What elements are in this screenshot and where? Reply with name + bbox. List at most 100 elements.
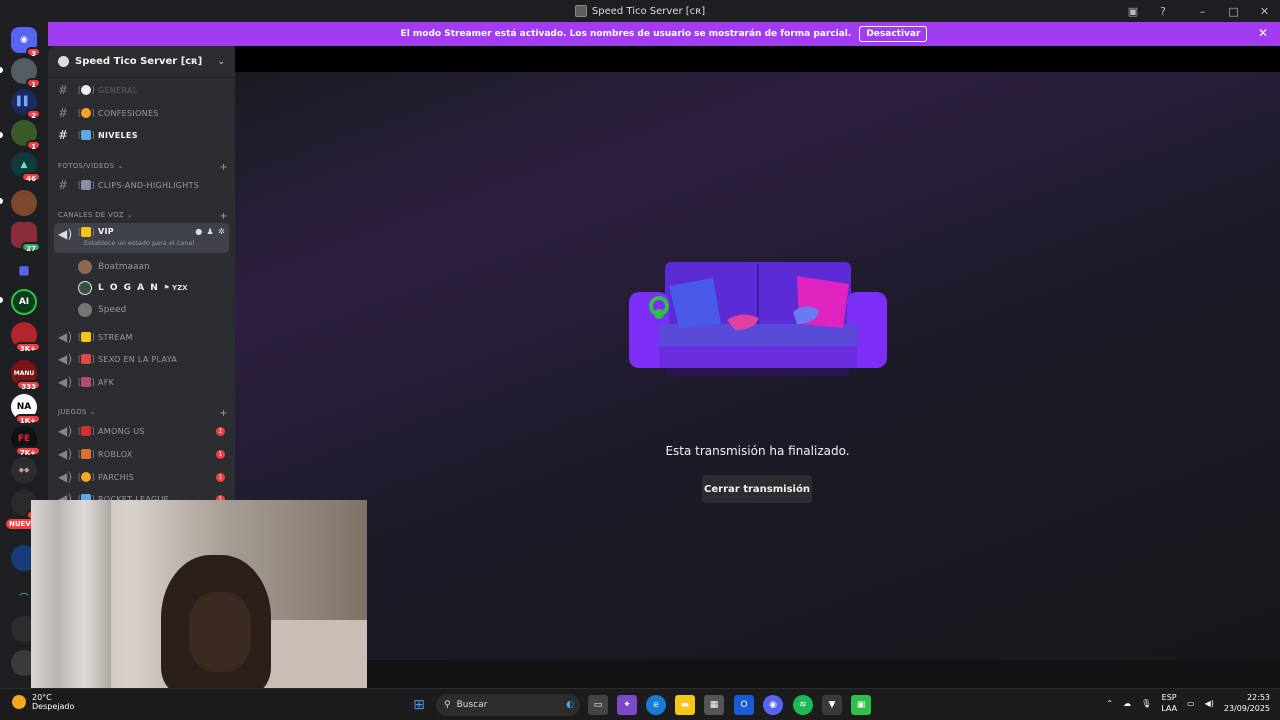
keyboard-layout: LAA bbox=[1161, 704, 1178, 713]
chevron-down-icon: ⌄ bbox=[89, 408, 96, 416]
headphones-cup bbox=[654, 309, 664, 319]
server-icon bbox=[58, 56, 69, 67]
taskbar-search[interactable]: ⚲ Buscar ◐ bbox=[436, 694, 580, 716]
server-avatar-3[interactable]: 1 bbox=[11, 120, 41, 151]
category-name: FOTOS/VIDEOS bbox=[58, 162, 115, 170]
server-avatar-1[interactable]: 1 bbox=[11, 58, 41, 89]
voice-user[interactable]: Boatmaaan bbox=[78, 258, 150, 276]
chat-icon[interactable]: ● bbox=[195, 227, 202, 236]
task-view-icon[interactable]: ▭ bbox=[588, 695, 608, 715]
star-emoji-icon: [] bbox=[78, 332, 95, 342]
server-avatar-2[interactable]: ▌▌ 2 bbox=[11, 89, 41, 120]
spotify-icon[interactable]: ≋ bbox=[793, 695, 813, 715]
channel-name: general bbox=[98, 85, 138, 95]
server-manu[interactable]: MANU 333 bbox=[11, 360, 41, 391]
voice-user[interactable]: L O G A N ⚑ YZX bbox=[78, 279, 188, 297]
weather-widget[interactable]: 20°C Despejado bbox=[12, 693, 74, 711]
server-na[interactable]: NA 1K+ bbox=[11, 394, 41, 425]
invite-icon[interactable]: ♟ bbox=[207, 227, 214, 236]
server-fe[interactable]: FE 7K+ bbox=[11, 426, 41, 457]
window-title-bar: Speed Tico Server [ᴄʀ] ▣ ? – □ ✕ bbox=[0, 0, 1280, 22]
outlook-icon[interactable]: O bbox=[734, 695, 754, 715]
network-icon[interactable]: ▭ bbox=[1187, 699, 1195, 708]
inbox-icon[interactable]: ▣ bbox=[1119, 0, 1147, 22]
close-window-button[interactable]: ✕ bbox=[1249, 0, 1280, 22]
category-canales-de-voz[interactable]: CANALES DE VOZ ⌄ + bbox=[58, 211, 228, 222]
maximize-button[interactable]: □ bbox=[1218, 0, 1249, 22]
emoji-icon: [] bbox=[78, 354, 95, 364]
terminal-app-icon[interactable]: ▣ bbox=[851, 695, 871, 715]
voice-channel-vip[interactable]: ◀) [] VIP ● ♟ ✲ Establece un estado para… bbox=[54, 223, 229, 253]
category-fotos-videos[interactable]: FOTOS/VIDEOS ⌄ + bbox=[58, 162, 228, 173]
system-tray: ⌃ ☁ 🎙 ESP LAA ▭ ◀) 22:53 23/09/2025 bbox=[1106, 692, 1270, 714]
category-juegos[interactable]: JUEGOS ⌄ + bbox=[58, 408, 228, 419]
minimize-button[interactable]: – bbox=[1187, 0, 1218, 22]
voice-channel-roblox[interactable]: ◀) [] ROBLOX 1 bbox=[54, 444, 229, 464]
unread-badge: 1 bbox=[216, 449, 225, 459]
channel-confesiones[interactable]: # [] confesiones bbox=[54, 103, 229, 123]
badge: 46 bbox=[21, 172, 41, 183]
discord-taskbar-icon[interactable]: ◉ bbox=[763, 695, 783, 715]
badge: 2 bbox=[26, 109, 41, 120]
discord-home-icon[interactable]: ◉ 3 bbox=[11, 27, 41, 58]
server-avatar-4[interactable]: ▲ 46 bbox=[11, 152, 41, 183]
channel-status[interactable]: Establece un estado para el canal bbox=[84, 239, 194, 247]
chart-emoji-icon: [] bbox=[78, 130, 95, 140]
speaker-icon: ◀) bbox=[58, 424, 73, 438]
server-avatar-5[interactable] bbox=[11, 190, 37, 216]
hash-icon: # bbox=[58, 83, 69, 97]
app-icon[interactable]: ▼ bbox=[822, 695, 842, 715]
file-explorer-icon[interactable]: ▬ bbox=[675, 695, 695, 715]
channel-name: clips-and-highlights bbox=[98, 180, 200, 190]
mute-emoji-icon: [] bbox=[78, 377, 95, 387]
server-ai[interactable]: AI bbox=[11, 289, 37, 315]
speaker-icon: ◀) bbox=[58, 352, 73, 366]
user-name: L O G A N bbox=[98, 283, 160, 293]
badge: 3 bbox=[26, 47, 41, 58]
folder-icon[interactable]: ■ bbox=[11, 257, 37, 283]
close-stream-button[interactable]: Cerrar transmisión bbox=[702, 475, 812, 503]
gear-icon[interactable]: ✲ bbox=[218, 227, 225, 236]
close-icon[interactable]: ✕ bbox=[1258, 26, 1268, 40]
dice-emoji-icon: [] bbox=[78, 472, 95, 482]
server-header[interactable]: Speed Tico Server [ᴄʀ] ⌄ bbox=[48, 46, 235, 78]
avatar bbox=[78, 303, 92, 317]
unread-pill bbox=[0, 297, 3, 303]
badge: 3K+ bbox=[14, 342, 41, 353]
windows-start-icon[interactable]: ⊞ bbox=[409, 695, 429, 715]
onedrive-icon[interactable]: ☁ bbox=[1123, 699, 1131, 708]
speaker-icon: ◀) bbox=[58, 375, 73, 389]
help-icon[interactable]: ? bbox=[1149, 0, 1177, 22]
channel-clips[interactable]: # [] clips-and-highlights bbox=[54, 175, 229, 195]
channel-name: VIP bbox=[98, 227, 114, 236]
server-avatar-active[interactable]: 27 bbox=[11, 222, 41, 253]
add-channel-icon[interactable]: + bbox=[219, 408, 228, 419]
voice-channel-sexo[interactable]: ◀) [] SEXO EN LA PLAYA bbox=[54, 349, 229, 369]
search-icon: ⚲ bbox=[444, 700, 451, 710]
server-folder[interactable]: ◆◆ bbox=[11, 457, 37, 483]
deactivate-button[interactable]: Desactivar bbox=[859, 26, 928, 42]
language-indicator[interactable]: ESP LAA bbox=[1161, 692, 1177, 714]
voice-channel-stream[interactable]: ◀) [] STREAM bbox=[54, 327, 229, 347]
voice-channel-among-us[interactable]: ◀) [] AMONG US 1 bbox=[54, 421, 229, 441]
clock-time: 22:53 bbox=[1246, 693, 1270, 702]
tray-chevron-icon[interactable]: ⌃ bbox=[1106, 699, 1113, 708]
add-channel-icon[interactable]: + bbox=[219, 211, 228, 222]
store-icon[interactable]: ▦ bbox=[704, 695, 724, 715]
voice-channel-afk[interactable]: ◀) [] AFK bbox=[54, 372, 229, 392]
volume-icon[interactable]: ◀) bbox=[1205, 699, 1214, 708]
speaker-icon: ◀) bbox=[58, 227, 73, 241]
edge-icon[interactable]: e bbox=[646, 695, 666, 715]
avatar bbox=[78, 260, 92, 274]
channel-niveles[interactable]: # [] niveles bbox=[54, 125, 229, 145]
hash-icon: # bbox=[58, 128, 69, 142]
add-channel-icon[interactable]: + bbox=[219, 162, 228, 173]
voice-user[interactable]: Speed bbox=[78, 301, 126, 319]
microphone-icon[interactable]: 🎙 bbox=[1141, 699, 1151, 708]
channel-general[interactable]: # [] general bbox=[54, 80, 229, 100]
copilot-icon[interactable]: ✦ bbox=[617, 695, 637, 715]
windows-taskbar: 20°C Despejado ⊞ ⚲ Buscar ◐ ▭ ✦ e ▬ ▦ O … bbox=[0, 688, 1280, 720]
voice-channel-parchis[interactable]: ◀) [] PARCHIS 1 bbox=[54, 467, 229, 487]
server-avatar-6[interactable]: 3K+ bbox=[11, 322, 41, 353]
clock[interactable]: 22:53 23/09/2025 bbox=[1224, 692, 1270, 714]
